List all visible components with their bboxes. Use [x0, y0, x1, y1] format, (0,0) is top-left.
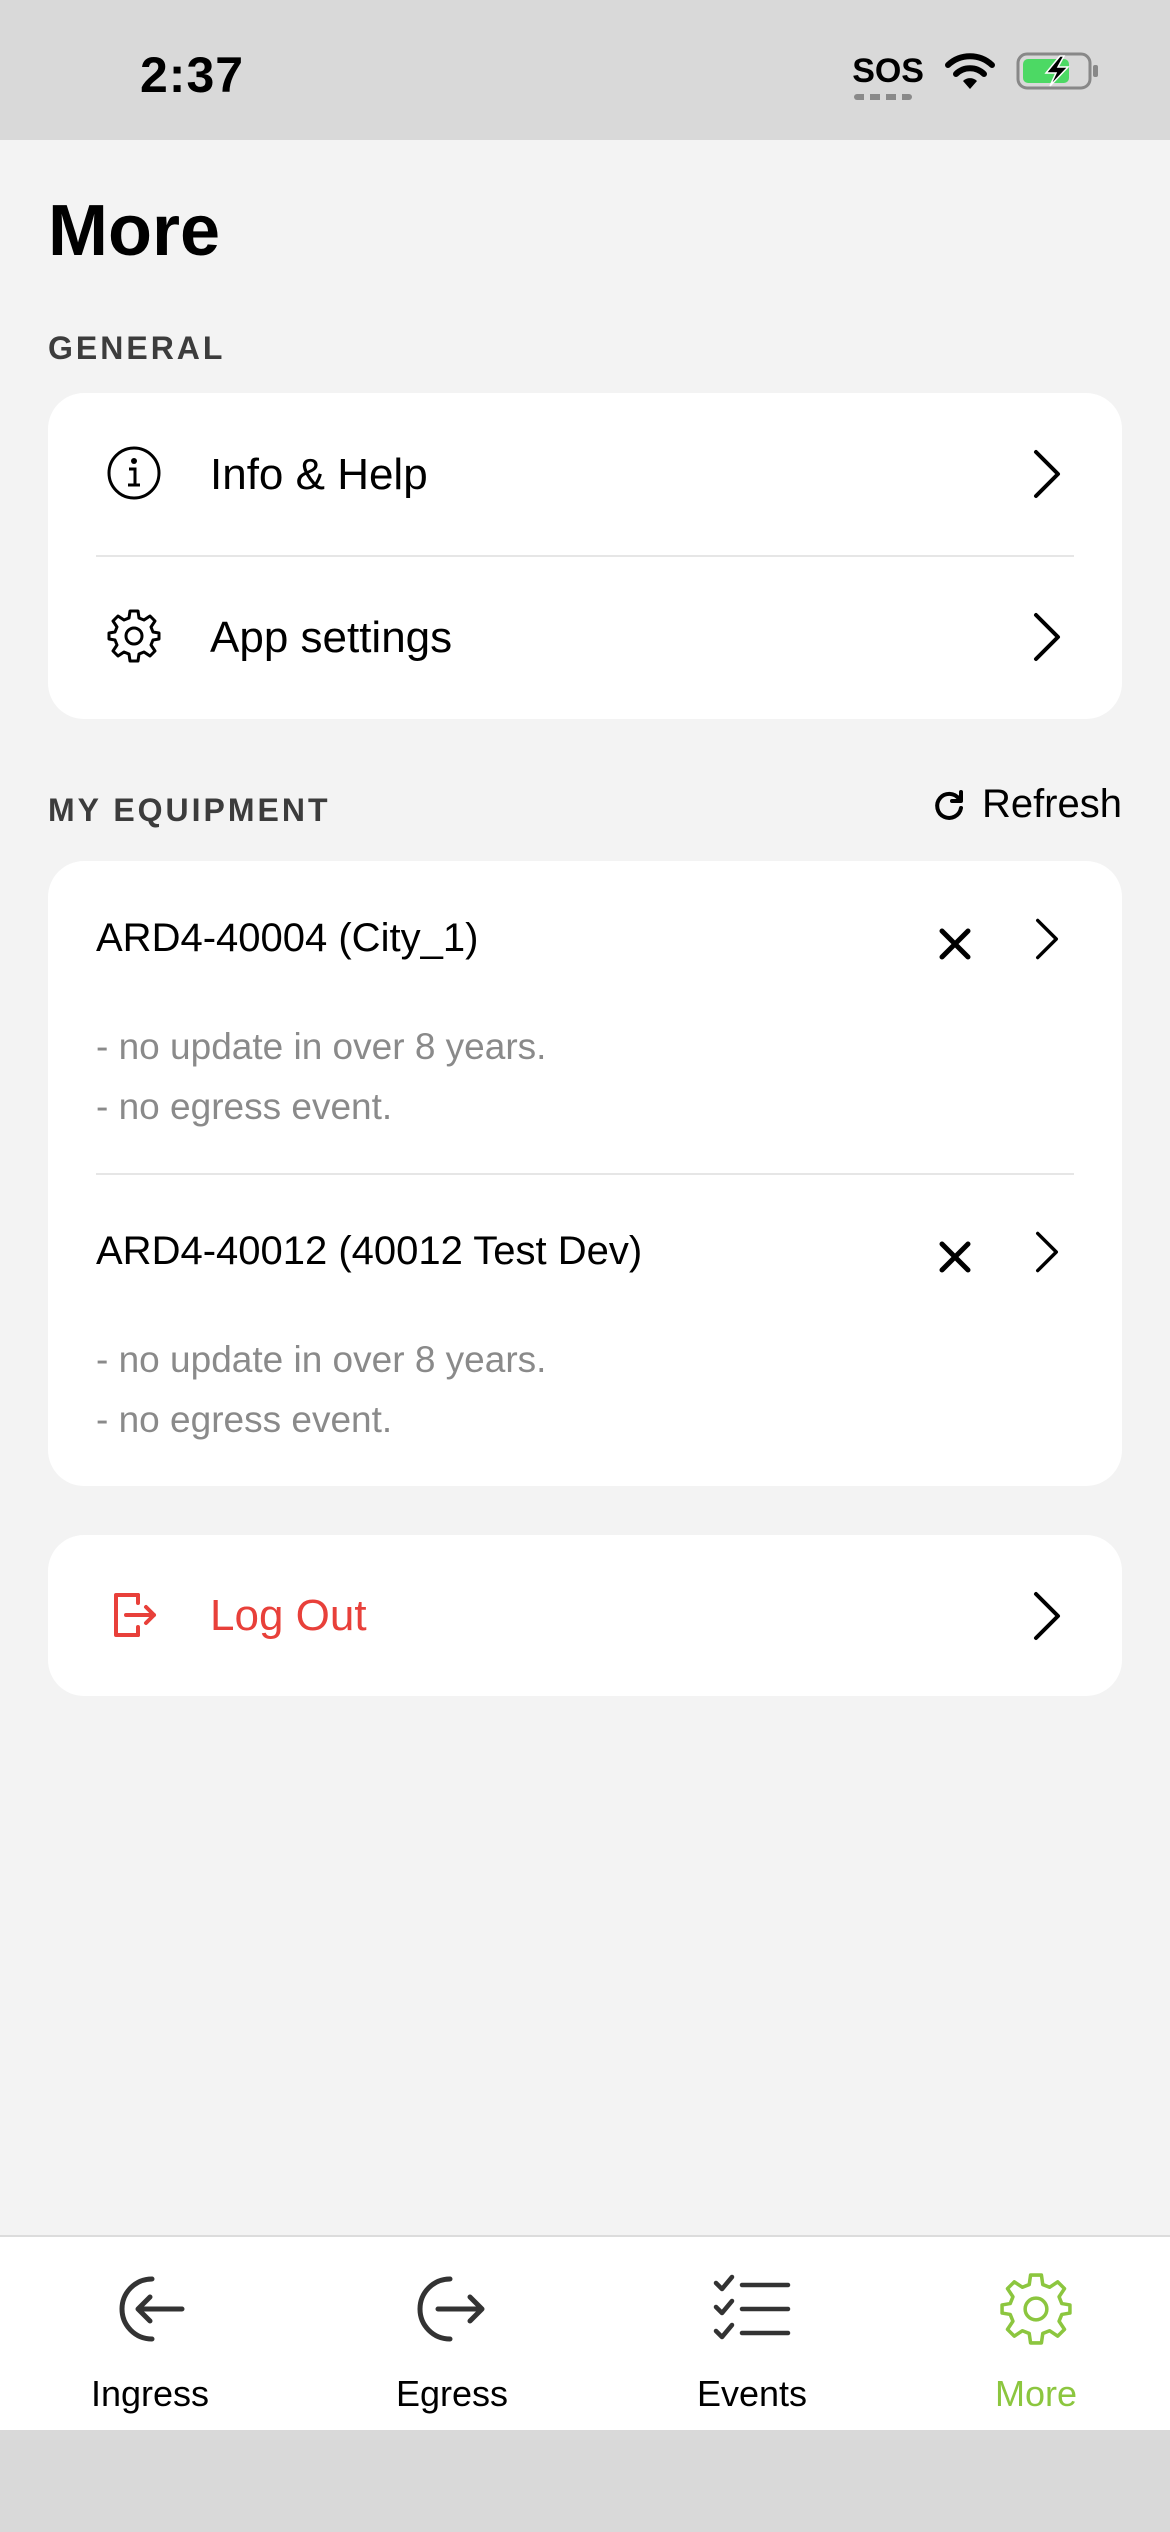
tab-bar: Ingress Egress Events More — [0, 2235, 1170, 2432]
logout-button[interactable]: Log Out — [48, 1535, 1122, 1696]
tab-label: More — [994, 2373, 1078, 2414]
general-card: Info & Help App settings — [48, 393, 1122, 719]
chevron-right-icon — [1034, 450, 1060, 498]
logout-icon — [114, 1593, 156, 1637]
equipment-note: - no egress event. — [96, 1399, 393, 1440]
equipment-note: - no egress event. — [96, 1086, 393, 1127]
refresh-icon — [935, 789, 963, 820]
close-icon[interactable] — [938, 927, 972, 961]
chevron-right-icon — [1036, 1231, 1058, 1273]
sos-label: SOS — [852, 52, 924, 90]
chevron-right-icon — [1034, 1592, 1060, 1640]
app-settings-row[interactable]: App settings — [48, 556, 1122, 719]
chevron-right-icon — [1034, 613, 1060, 661]
tab-label: Ingress — [90, 2373, 210, 2414]
tab-egress[interactable]: Egress — [306, 2237, 598, 2432]
ingress-icon — [119, 2276, 185, 2342]
gear-icon — [1000, 2273, 1072, 2345]
status-bar: 2:37 SOS — [0, 0, 1170, 140]
equipment-title: ARD4-40004 (City_1) — [96, 916, 479, 960]
logout-card: Log Out — [48, 1535, 1122, 1696]
refresh-label: Refresh — [981, 782, 1122, 826]
tab-label: Events — [696, 2373, 808, 2414]
checklist-icon — [713, 2274, 791, 2340]
tab-ingress[interactable]: Ingress — [4, 2237, 296, 2432]
page-title: More — [48, 191, 221, 271]
refresh-button[interactable]: Refresh — [932, 782, 1122, 827]
info-help-row[interactable]: Info & Help — [48, 393, 1122, 556]
equipment-item[interactable]: ARD4-40012 (40012 Test Dev) - no update … — [48, 1174, 1122, 1486]
status-time: 2:37 — [140, 47, 245, 103]
tab-label: Egress — [395, 2373, 509, 2414]
tab-events[interactable]: Events — [606, 2237, 898, 2432]
info-icon — [107, 446, 161, 500]
app-settings-label: App settings — [210, 612, 453, 662]
equipment-note: - no update in over 8 years. — [96, 1339, 547, 1380]
status-icons: SOS — [852, 50, 1100, 100]
info-help-label: Info & Help — [210, 449, 428, 499]
tab-more[interactable]: More — [890, 2237, 1170, 2432]
chevron-right-icon — [1036, 918, 1058, 960]
equipment-note: - no update in over 8 years. — [96, 1026, 547, 1067]
general-section-label: GENERAL — [48, 330, 226, 366]
equipment-item[interactable]: ARD4-40004 (City_1) - no update in over … — [48, 861, 1122, 1173]
equipment-card: ARD4-40004 (City_1) - no update in over … — [48, 861, 1122, 1486]
equipment-section-label: MY EQUIPMENT — [48, 792, 331, 828]
battery-charging-icon — [1016, 52, 1098, 90]
home-indicator-area — [0, 2430, 1170, 2532]
close-icon[interactable] — [938, 1240, 972, 1274]
logout-label: Log Out — [210, 1590, 367, 1640]
egress-icon — [417, 2276, 485, 2342]
equipment-title: ARD4-40012 (40012 Test Dev) — [96, 1229, 643, 1273]
wifi-icon — [945, 53, 995, 89]
signal-dots-icon — [854, 94, 913, 100]
gear-icon — [107, 609, 161, 663]
sos-indicator: SOS — [852, 52, 924, 100]
